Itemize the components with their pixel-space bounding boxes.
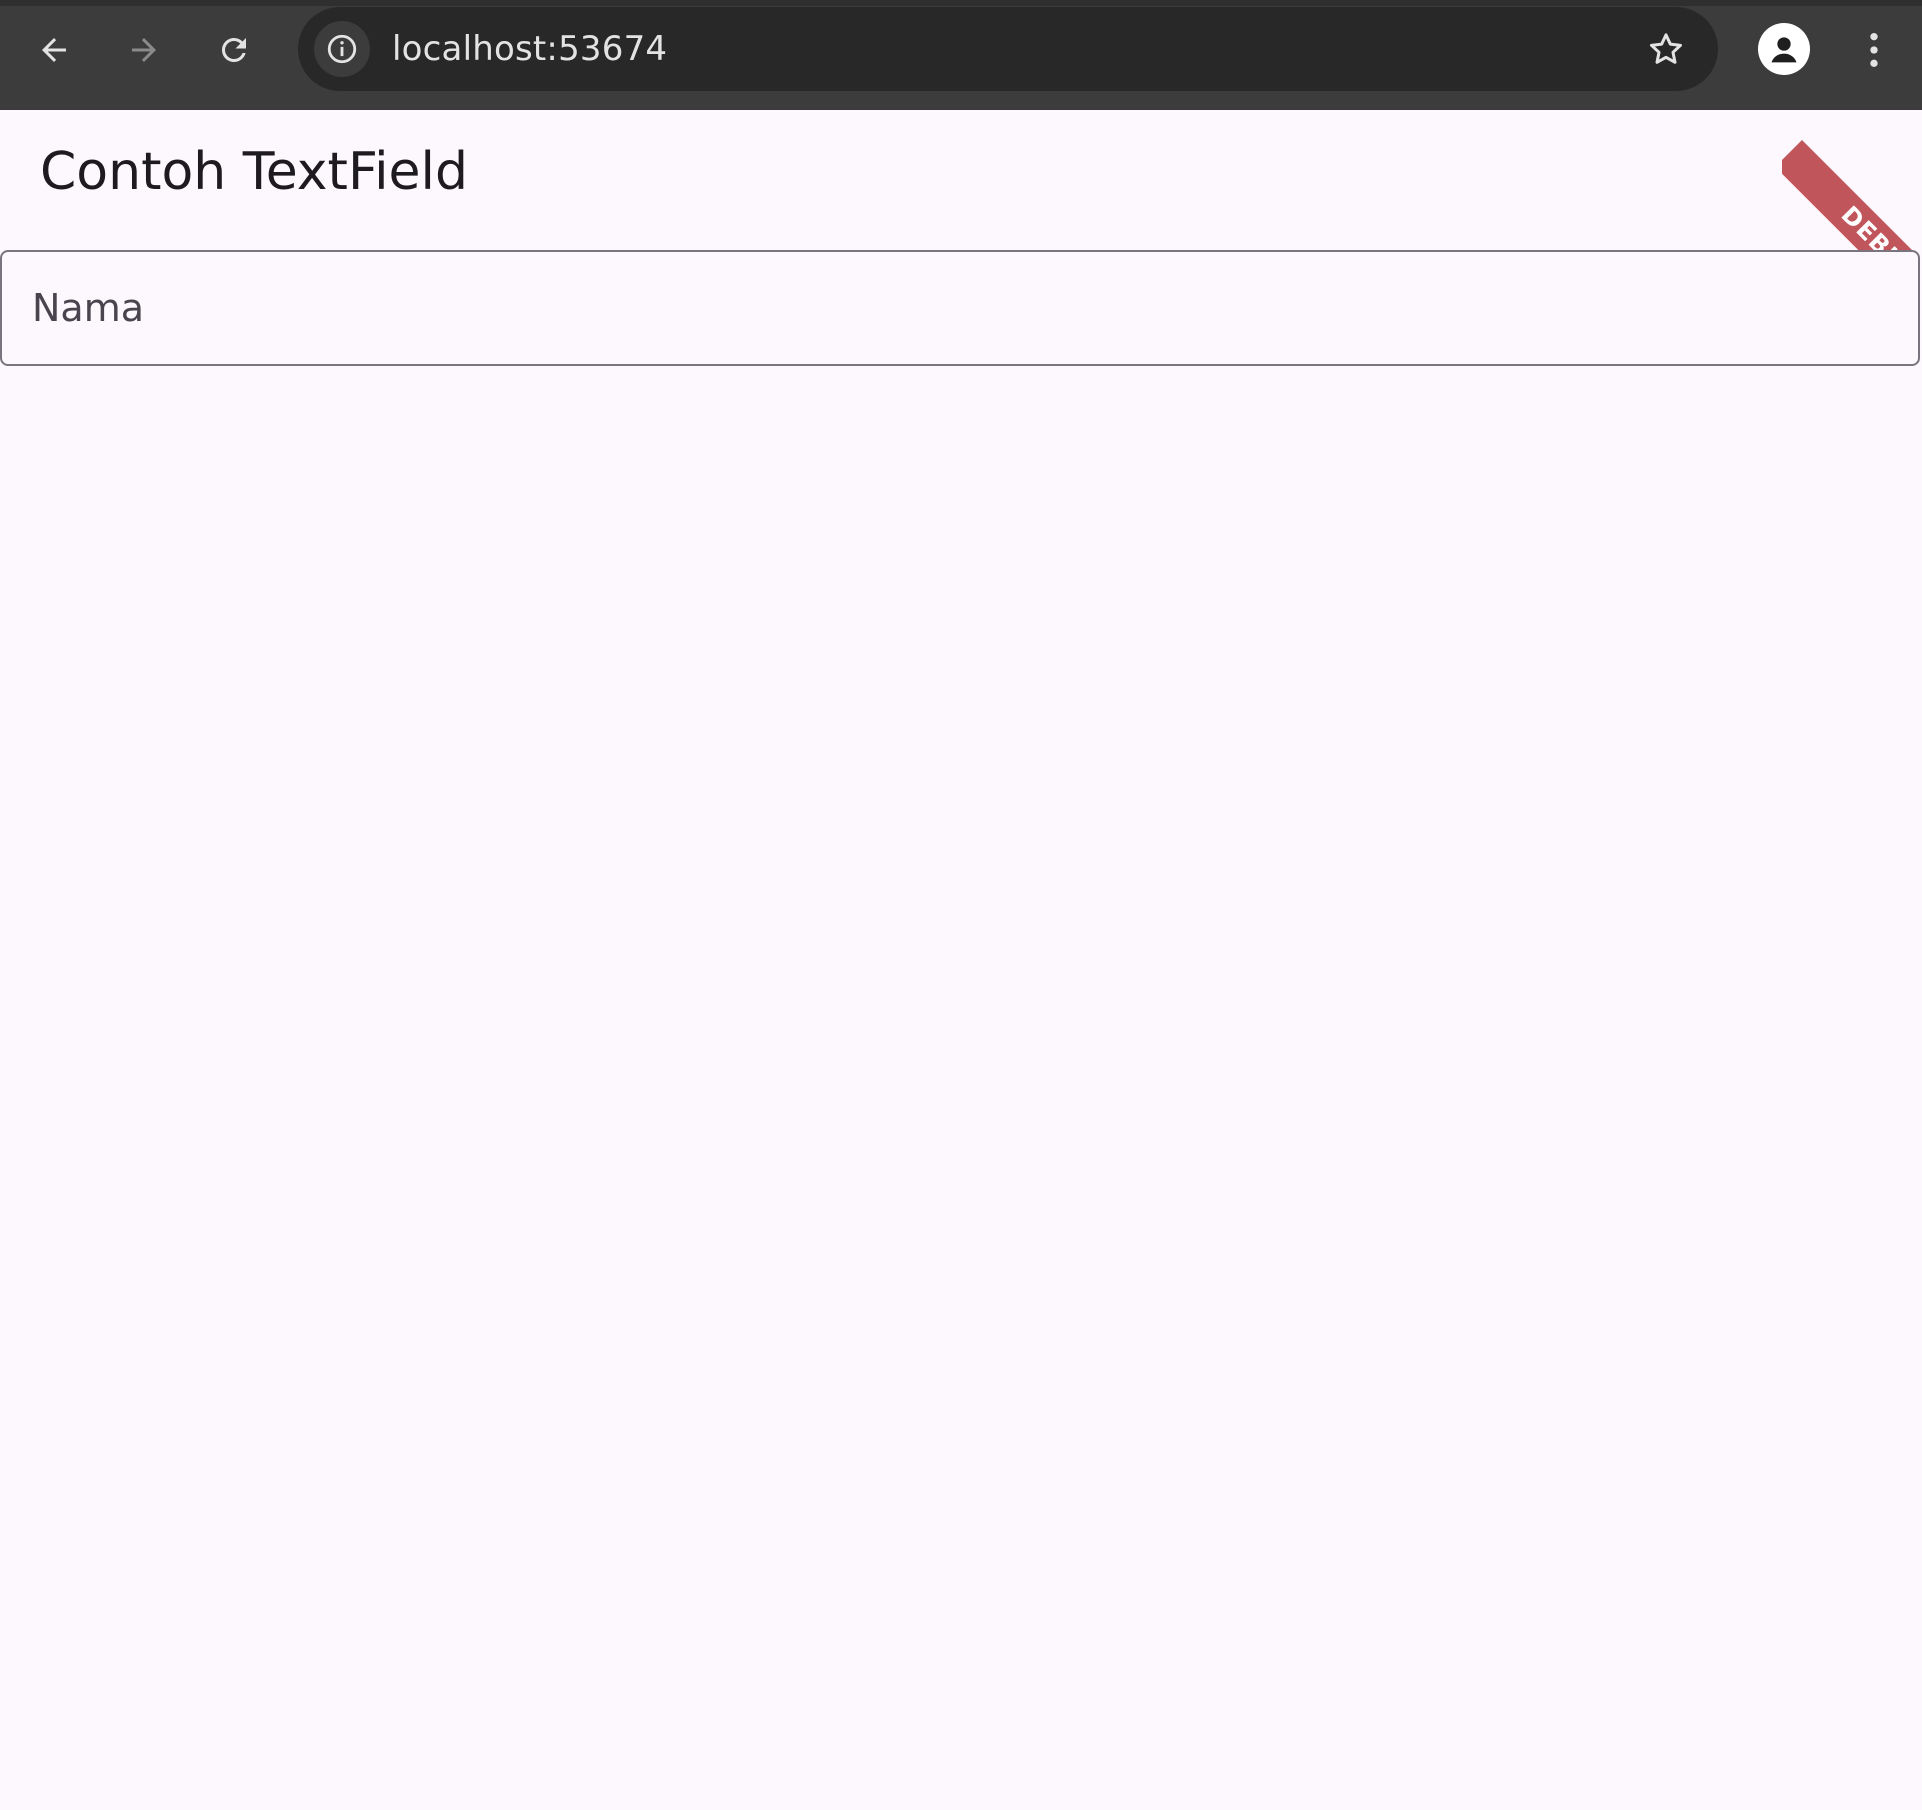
app-bar: Contoh TextField	[0, 110, 1922, 250]
more-vert-icon	[1870, 33, 1878, 67]
star-icon	[1650, 33, 1682, 64]
reload-icon	[222, 38, 246, 62]
profile-button[interactable]	[1758, 23, 1810, 75]
page-title: Contoh TextField	[40, 142, 468, 202]
address-bar[interactable]: localhost:53674	[298, 7, 1718, 91]
browser-menu-button[interactable]	[1846, 20, 1902, 80]
arrow-right-icon	[132, 38, 156, 62]
nama-text-field[interactable]: Nama	[0, 250, 1920, 366]
arrow-left-icon	[42, 38, 66, 62]
bookmark-button[interactable]	[1638, 21, 1694, 77]
browser-toolbar: localhost:53674	[0, 0, 1922, 110]
person-icon	[1764, 29, 1804, 69]
reload-button[interactable]	[204, 20, 264, 80]
nama-field-label: Nama	[32, 286, 145, 330]
tab-strip-edge	[0, 0, 1922, 6]
forward-button[interactable]	[114, 20, 174, 80]
site-info-button[interactable]	[314, 21, 370, 77]
back-button[interactable]	[24, 20, 84, 80]
url-text[interactable]: localhost:53674	[392, 7, 667, 91]
info-icon	[327, 34, 357, 64]
